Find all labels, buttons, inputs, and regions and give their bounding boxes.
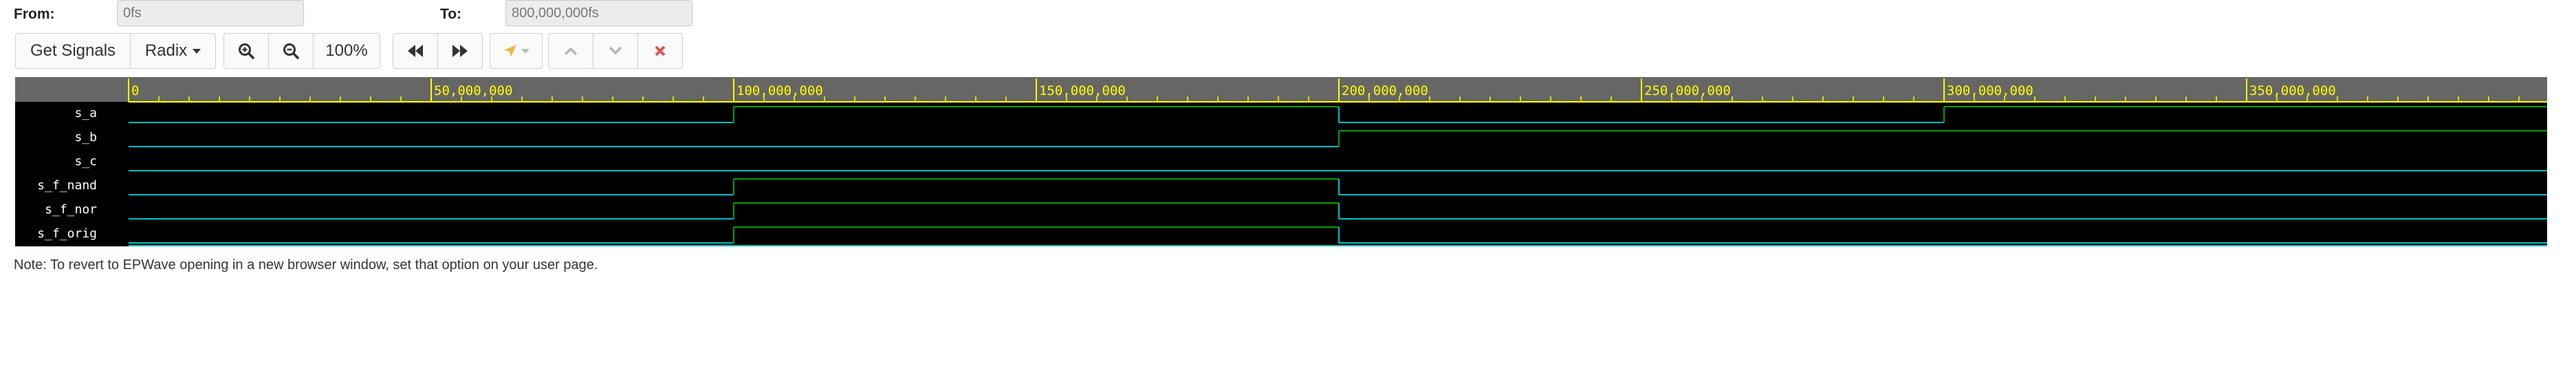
from-label: From: xyxy=(14,6,55,22)
navigate-group xyxy=(393,33,483,69)
cursor-group xyxy=(490,33,543,69)
chevron-up-icon xyxy=(563,45,578,56)
to-label: To: xyxy=(440,6,462,22)
ruler-tick-label: 200,000,000 xyxy=(1342,83,1428,98)
signal-name-s-a[interactable]: s_a xyxy=(74,106,97,120)
cursor-button[interactable] xyxy=(490,33,543,69)
signal-name-s-b[interactable]: s_b xyxy=(74,130,97,145)
zoom-in-icon xyxy=(237,42,255,60)
close-icon xyxy=(654,45,666,57)
ruler-tick-label: 50,000,000 xyxy=(434,83,512,98)
zoom-level-button[interactable]: 100% xyxy=(313,33,380,69)
ruler-tick-label: 0 xyxy=(131,83,139,98)
zoom-out-icon xyxy=(282,42,300,60)
revert-note: Note: To revert to EPWave opening in a n… xyxy=(14,257,598,273)
zoom-in-button[interactable] xyxy=(223,33,269,69)
signal-order-group xyxy=(548,33,683,69)
ruler-tick-label: 250,000,000 xyxy=(1644,83,1731,98)
move-up-button[interactable] xyxy=(548,33,593,69)
waveform-viewer[interactable]: 0 50,000,000 100,000,000 150,000,000 200,000… xyxy=(15,77,2547,249)
zoom-group: 100% xyxy=(223,33,380,69)
signal-names-panel xyxy=(15,102,129,246)
signal-name-s-f-nor[interactable]: s_f_nor xyxy=(45,202,97,217)
signal-name-s-c[interactable]: s_c xyxy=(74,154,97,169)
remove-signal-button[interactable] xyxy=(637,33,683,69)
zoom-out-button[interactable] xyxy=(268,33,314,69)
caret-down-icon xyxy=(521,48,530,54)
fast-backward-icon xyxy=(406,43,424,58)
to-input[interactable] xyxy=(505,0,692,26)
get-signals-button[interactable]: Get Signals xyxy=(15,33,131,69)
ruler-corner xyxy=(15,77,129,102)
location-arrow-icon xyxy=(503,43,518,58)
ruler-tick-label: 150,000,000 xyxy=(1039,83,1126,98)
from-input[interactable] xyxy=(117,0,304,26)
signals-radix-group: Get Signals Radix xyxy=(15,33,216,69)
ruler-tick-label: 350,000,000 xyxy=(2249,83,2336,98)
chevron-down-icon xyxy=(608,45,623,56)
fast-forward-icon xyxy=(451,43,469,58)
move-down-button[interactable] xyxy=(593,33,638,69)
radix-dropdown[interactable]: Radix xyxy=(130,33,216,69)
rewind-button[interactable] xyxy=(393,33,438,69)
signal-name-s-f-nand[interactable]: s_f_nand xyxy=(37,178,97,193)
signal-name-s-f-orig[interactable]: s_f_orig xyxy=(37,226,97,241)
radix-label: Radix xyxy=(144,41,188,60)
ruler-tick-label: 100,000,000 xyxy=(736,83,823,98)
forward-button[interactable] xyxy=(437,33,483,69)
waveform-canvas xyxy=(129,102,2547,246)
ruler-tick-label: 300,000,000 xyxy=(1947,83,2033,98)
caret-down-icon xyxy=(193,48,201,54)
